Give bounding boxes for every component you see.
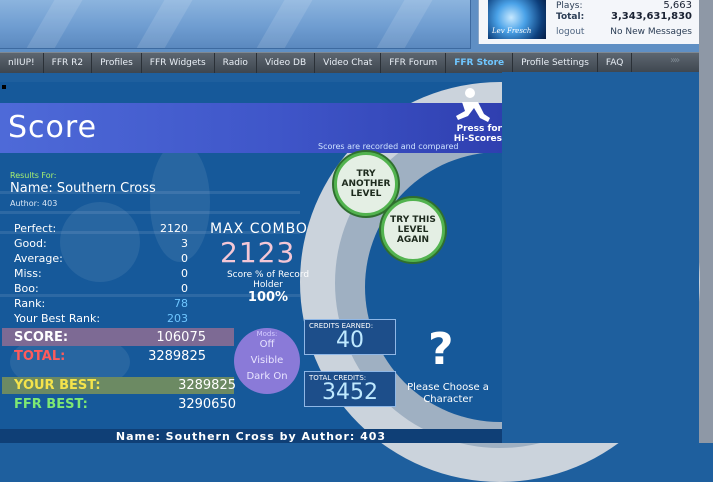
miss-label: Miss: [14, 267, 42, 280]
ffr-best-value: 3290650 [178, 397, 236, 412]
nav-item-profiles[interactable]: Profiles [92, 53, 142, 73]
mod-item-off: Off [259, 339, 275, 350]
nav-scroll-arrows-icon[interactable]: »» [670, 55, 680, 66]
mods-label: Mods: [256, 330, 278, 338]
hi-scores-trophy-icon[interactable] [452, 84, 494, 126]
main-nav: nIIUP! FFR R2 Profiles FFR Widgets Radio… [0, 52, 713, 73]
nav-item-faq[interactable]: FAQ [598, 53, 633, 73]
nav-item-profile-settings[interactable]: Profile Settings [513, 53, 598, 73]
best-rank-label: Your Best Rank: [14, 312, 101, 325]
score-label: SCORE: [14, 330, 69, 345]
good-value: 3 [181, 237, 188, 250]
credits-earned-box: CREDITS EARNED: 40 [304, 319, 396, 355]
banner-note: Scores are recorded and compared [318, 142, 459, 151]
perfect-label: Perfect: [14, 222, 57, 235]
rank-value: 78 [174, 297, 188, 310]
mod-item-visible: Visible [250, 355, 284, 366]
record-holder-label: Score % of Record Holder [226, 270, 310, 290]
nav-item-video-chat[interactable]: Video Chat [315, 53, 382, 73]
ffr-best-label: FFR BEST: [14, 397, 88, 412]
max-combo-label: MAX COMBO [210, 221, 308, 237]
try-this-level-again-button[interactable]: TRY THIS LEVEL AGAIN [381, 198, 445, 262]
best-rank-value: 203 [167, 312, 188, 325]
banner-title: Score [8, 110, 98, 145]
perfect-value: 2120 [160, 222, 188, 235]
song-name: Name: Southern Cross [10, 181, 156, 196]
plays-value: 5,663 [663, 0, 692, 11]
messages-status[interactable]: No New Messages [572, 27, 692, 37]
rank-label: Rank: [14, 297, 46, 310]
nav-item-video-db[interactable]: Video DB [257, 53, 316, 73]
total-value: 3,343,631,830 [611, 11, 692, 22]
nav-item-radio[interactable]: Radio [215, 53, 257, 73]
song-author: Author: 403 [10, 199, 58, 208]
choose-character-label[interactable]: Please Choose a Character [402, 382, 494, 406]
miss-value: 0 [181, 267, 188, 280]
press-for-hi-scores-label[interactable]: Press for Hi-Scores [440, 124, 502, 144]
nav-item-ffr-r2[interactable]: FFR R2 [44, 53, 93, 73]
corner-marker [2, 85, 6, 89]
max-combo-value: 2123 [220, 236, 296, 269]
nav-item-ffr-forum[interactable]: FFR Forum [381, 53, 447, 73]
total-score-value: 3289825 [148, 349, 206, 364]
nav-item-ffr-widgets[interactable]: FFR Widgets [142, 53, 215, 73]
mod-item-dark-on: Dark On [246, 371, 288, 382]
avatar-signature: Lev Fresch [492, 27, 532, 35]
results-for-label: Results For: [10, 171, 57, 180]
total-credits-box: TOTAL CREDITS: 3452 [304, 371, 396, 407]
average-value: 0 [181, 252, 188, 265]
your-best-value: 3289825 [178, 378, 236, 393]
song-footer-text: Name: Southern Cross by Author: 403 [115, 430, 387, 443]
boo-value: 0 [181, 282, 188, 295]
boo-label: Boo: [14, 282, 39, 295]
header-banner-art [0, 0, 471, 49]
try-another-level-button[interactable]: TRY ANOTHER LEVEL [334, 152, 398, 216]
game-area-right-mask [502, 72, 699, 443]
score-value: 106075 [156, 330, 206, 345]
average-label: Average: [14, 252, 63, 265]
total-credits-value: 3452 [322, 380, 378, 405]
character-question-icon[interactable]: ? [428, 324, 454, 375]
total-score-label: TOTAL: [14, 349, 66, 364]
page-scroll-edge [699, 0, 713, 443]
record-holder-percent: 100% [247, 290, 289, 305]
nav-item-ffr-store[interactable]: FFR Store [446, 53, 514, 73]
nav-item-niiup[interactable]: nIIUP! [0, 53, 44, 73]
good-label: Good: [14, 237, 47, 250]
credits-earned-value: 40 [336, 328, 364, 353]
your-best-label: YOUR BEST: [14, 378, 101, 393]
